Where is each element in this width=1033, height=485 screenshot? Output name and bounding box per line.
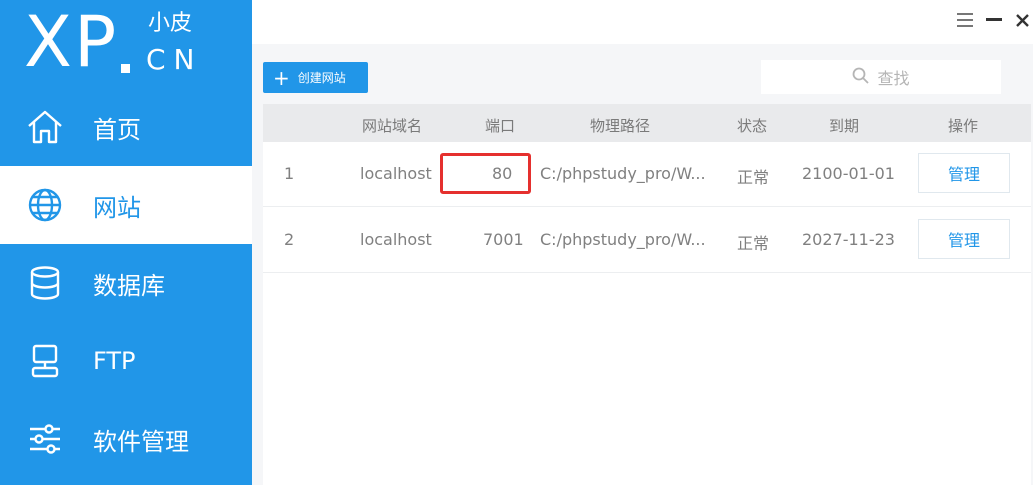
column-header-path: 物理路径 (590, 117, 651, 135)
minimize-icon[interactable] (984, 8, 1004, 32)
ftp-server-icon (25, 341, 65, 381)
logo-brand: XP (24, 1, 119, 83)
sidebar: XP 小皮 CN 首页 网站 数据库 FTP 软件管理 (0, 0, 252, 485)
plus-icon: + (273, 65, 290, 90)
sidebar-item-label: 软件管理 (93, 427, 189, 456)
row-path: C:/phpstudy_pro/W... (540, 164, 706, 183)
database-icon (25, 263, 65, 303)
manage-button[interactable]: 管理 (918, 153, 1010, 193)
sidebar-item-software[interactable]: 软件管理 (0, 400, 252, 478)
sidebar-item-label: 网站 (93, 193, 141, 222)
sidebar-item-website[interactable]: 网站 (0, 166, 252, 244)
home-icon (25, 107, 65, 147)
row-port: 7001 (483, 230, 524, 249)
row-domain: localhost (360, 230, 432, 249)
table-row[interactable]: 2 localhost 7001 C:/phpstudy_pro/W... 正常… (263, 208, 1031, 273)
manage-button[interactable]: 管理 (918, 219, 1010, 259)
column-header-domain: 网站域名 (362, 117, 423, 135)
column-header-expire: 到期 (829, 117, 860, 135)
table-row[interactable]: 1 localhost 80 C:/phpstudy_pro/W... 正常 2… (263, 142, 1031, 207)
sidebar-item-home[interactable]: 首页 (0, 88, 252, 166)
logo-dot (121, 64, 130, 73)
table-header: 网站域名 端口 物理路径 状态 到期 操作 (263, 104, 1031, 142)
column-header-status: 状态 (737, 117, 768, 135)
row-status: 正常 (737, 168, 770, 187)
row-index: 1 (284, 164, 295, 183)
sidebar-item-label: FTP (93, 347, 136, 375)
menu-icon[interactable] (955, 8, 975, 32)
row-expire: 2027-11-23 (802, 230, 895, 249)
sliders-icon (25, 419, 65, 459)
row-index: 2 (284, 230, 295, 249)
row-domain: localhost (360, 164, 432, 183)
search-input[interactable]: 查找 (761, 60, 1001, 94)
column-header-port: 端口 (485, 117, 516, 135)
app-logo: XP 小皮 CN (0, 0, 252, 86)
highlight-box (440, 153, 531, 194)
close-icon[interactable] (1012, 8, 1032, 32)
website-table: 网站域名 端口 物理路径 状态 到期 操作 1 localhost 80 C:/… (263, 104, 1031, 485)
sidebar-item-database[interactable]: 数据库 (0, 244, 252, 322)
sidebar-item-label: 数据库 (93, 271, 165, 300)
globe-icon (25, 185, 65, 225)
create-website-button[interactable]: + 创建网站 (263, 62, 368, 93)
row-status: 正常 (737, 234, 770, 253)
row-expire: 2100-01-01 (802, 164, 895, 183)
create-website-label: 创建网站 (297, 71, 346, 85)
sidebar-item-ftp[interactable]: FTP (0, 322, 252, 400)
row-path: C:/phpstudy_pro/W... (540, 230, 706, 249)
logo-small-text: 小皮 (148, 11, 193, 36)
column-header-action: 操作 (948, 117, 979, 135)
sidebar-item-label: 首页 (93, 115, 141, 144)
search-placeholder: 查找 (877, 69, 910, 88)
search-icon (852, 67, 870, 88)
logo-suffix: CN (146, 43, 203, 76)
